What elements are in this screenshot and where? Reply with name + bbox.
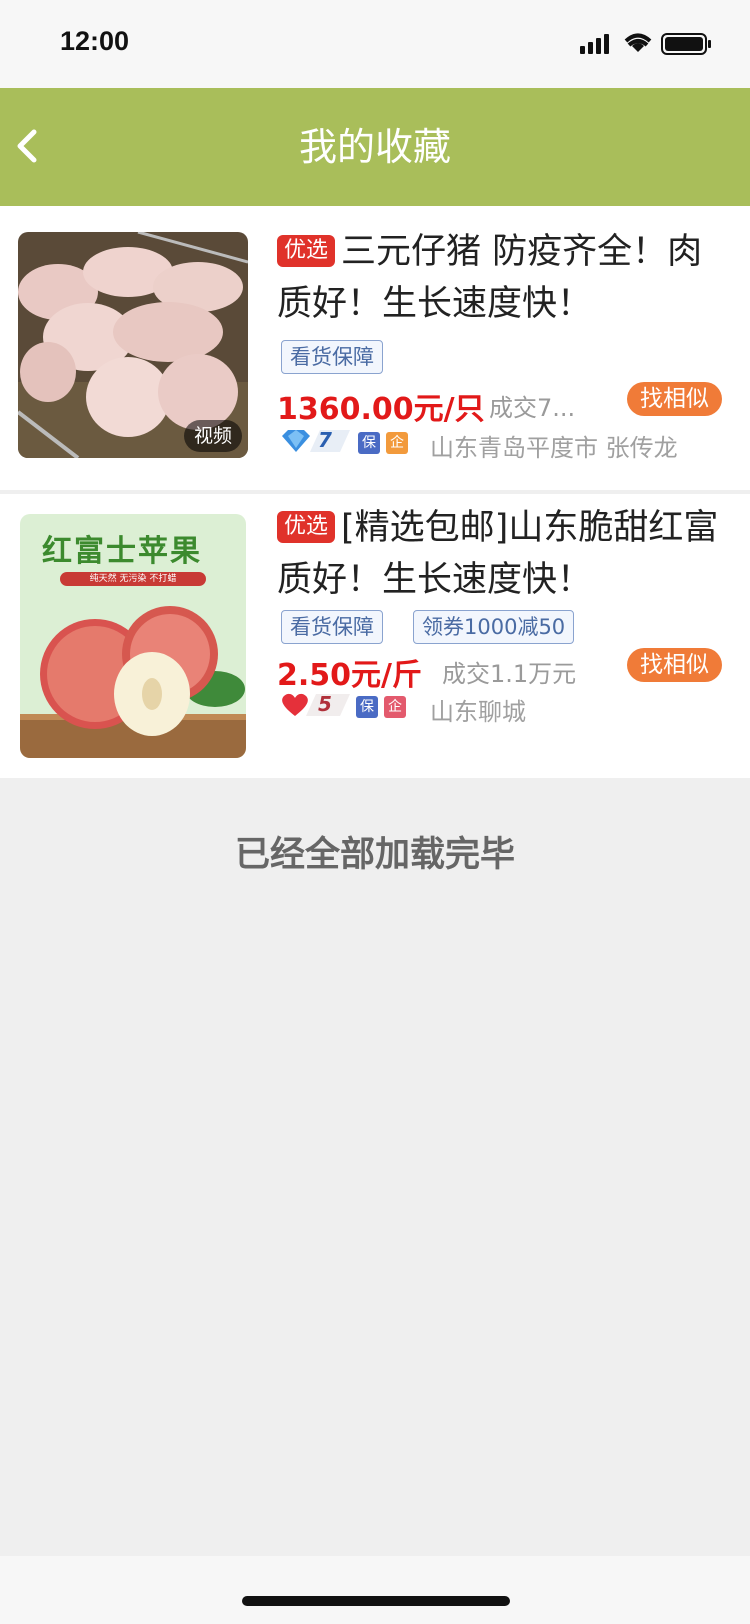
back-arrow-icon[interactable] [8,126,48,166]
item-sold: 成交7... [489,394,576,422]
level-number: 7 [318,428,332,452]
heart-icon [282,693,350,716]
item-title[interactable]: 优选 三元仔猪 防疫齐全！肉 [277,226,737,278]
status-time: 12:00 [60,26,130,56]
status-icons [580,30,720,60]
level-number: 5 [318,692,332,716]
guarantee-badge: 看货保障 [281,610,383,644]
apple-image-subtitle: 纯天然 无污染 不打蜡 [89,574,177,584]
product-image-pigs[interactable]: 视频 [18,232,248,458]
youxuan-tag: 优选 [277,235,336,267]
video-label: 视频 [183,420,242,452]
item-sold: 成交1.1万元 [442,660,577,688]
bao-badge: 保 [356,696,378,718]
item-location: 山东青岛平度市 张传龙 [430,434,678,462]
apple-image-title: 红富士苹果 [42,534,202,569]
bottom-safe-area [0,1556,750,1624]
load-complete-text: 已经全部加载完毕 [234,835,515,875]
status-bar: 12:00 [0,0,750,88]
seller-level: 5 [280,690,350,720]
coupon-badge[interactable]: 领券1000减50 [413,610,575,644]
find-similar-button[interactable]: 找相似 [627,648,722,682]
item-title[interactable]: 优选 [精选包邮]山东脆甜红富 [277,502,737,554]
qi-badge: 企 [386,432,408,454]
favorite-item[interactable]: 红富士苹果 纯天然 无污染 不打蜡 优选 [精选包邮]山东脆甜红富 质好！生长速度… [0,494,750,778]
item-title-line2: 质好！生长速度快！ [277,284,593,324]
product-image-apples[interactable]: 红富士苹果 纯天然 无污染 不打蜡 [20,514,246,758]
diamond-icon [282,430,350,452]
item-location: 山东聊城 [430,698,526,726]
favorite-item[interactable]: 视频 优选 三元仔猪 防疫齐全！肉 质好！生长速度快！ 看货保障 1360.00元… [0,206,750,490]
item-title-line1: [精选包邮]山东脆甜红富 [341,508,719,548]
youxuan-tag: 优选 [277,511,336,543]
home-indicator[interactable] [242,1596,510,1606]
guarantee-badge: 看货保障 [281,340,383,374]
item-price: 1360.00元/只 [277,392,485,427]
seller-level: 7 [280,426,350,456]
nav-bar: 我的收藏 [0,88,750,206]
item-title-line2: 质好！生长速度快！ [277,560,593,600]
item-title-line1: 三元仔猪 防疫齐全！肉 [341,232,703,272]
page-title: 我的收藏 [298,125,451,169]
qi-badge: 企 [384,696,406,718]
item-price: 2.50元/斤 [277,658,422,693]
find-similar-button[interactable]: 找相似 [627,382,722,416]
bao-badge: 保 [358,432,380,454]
signal-wifi-battery-icon [580,33,711,55]
